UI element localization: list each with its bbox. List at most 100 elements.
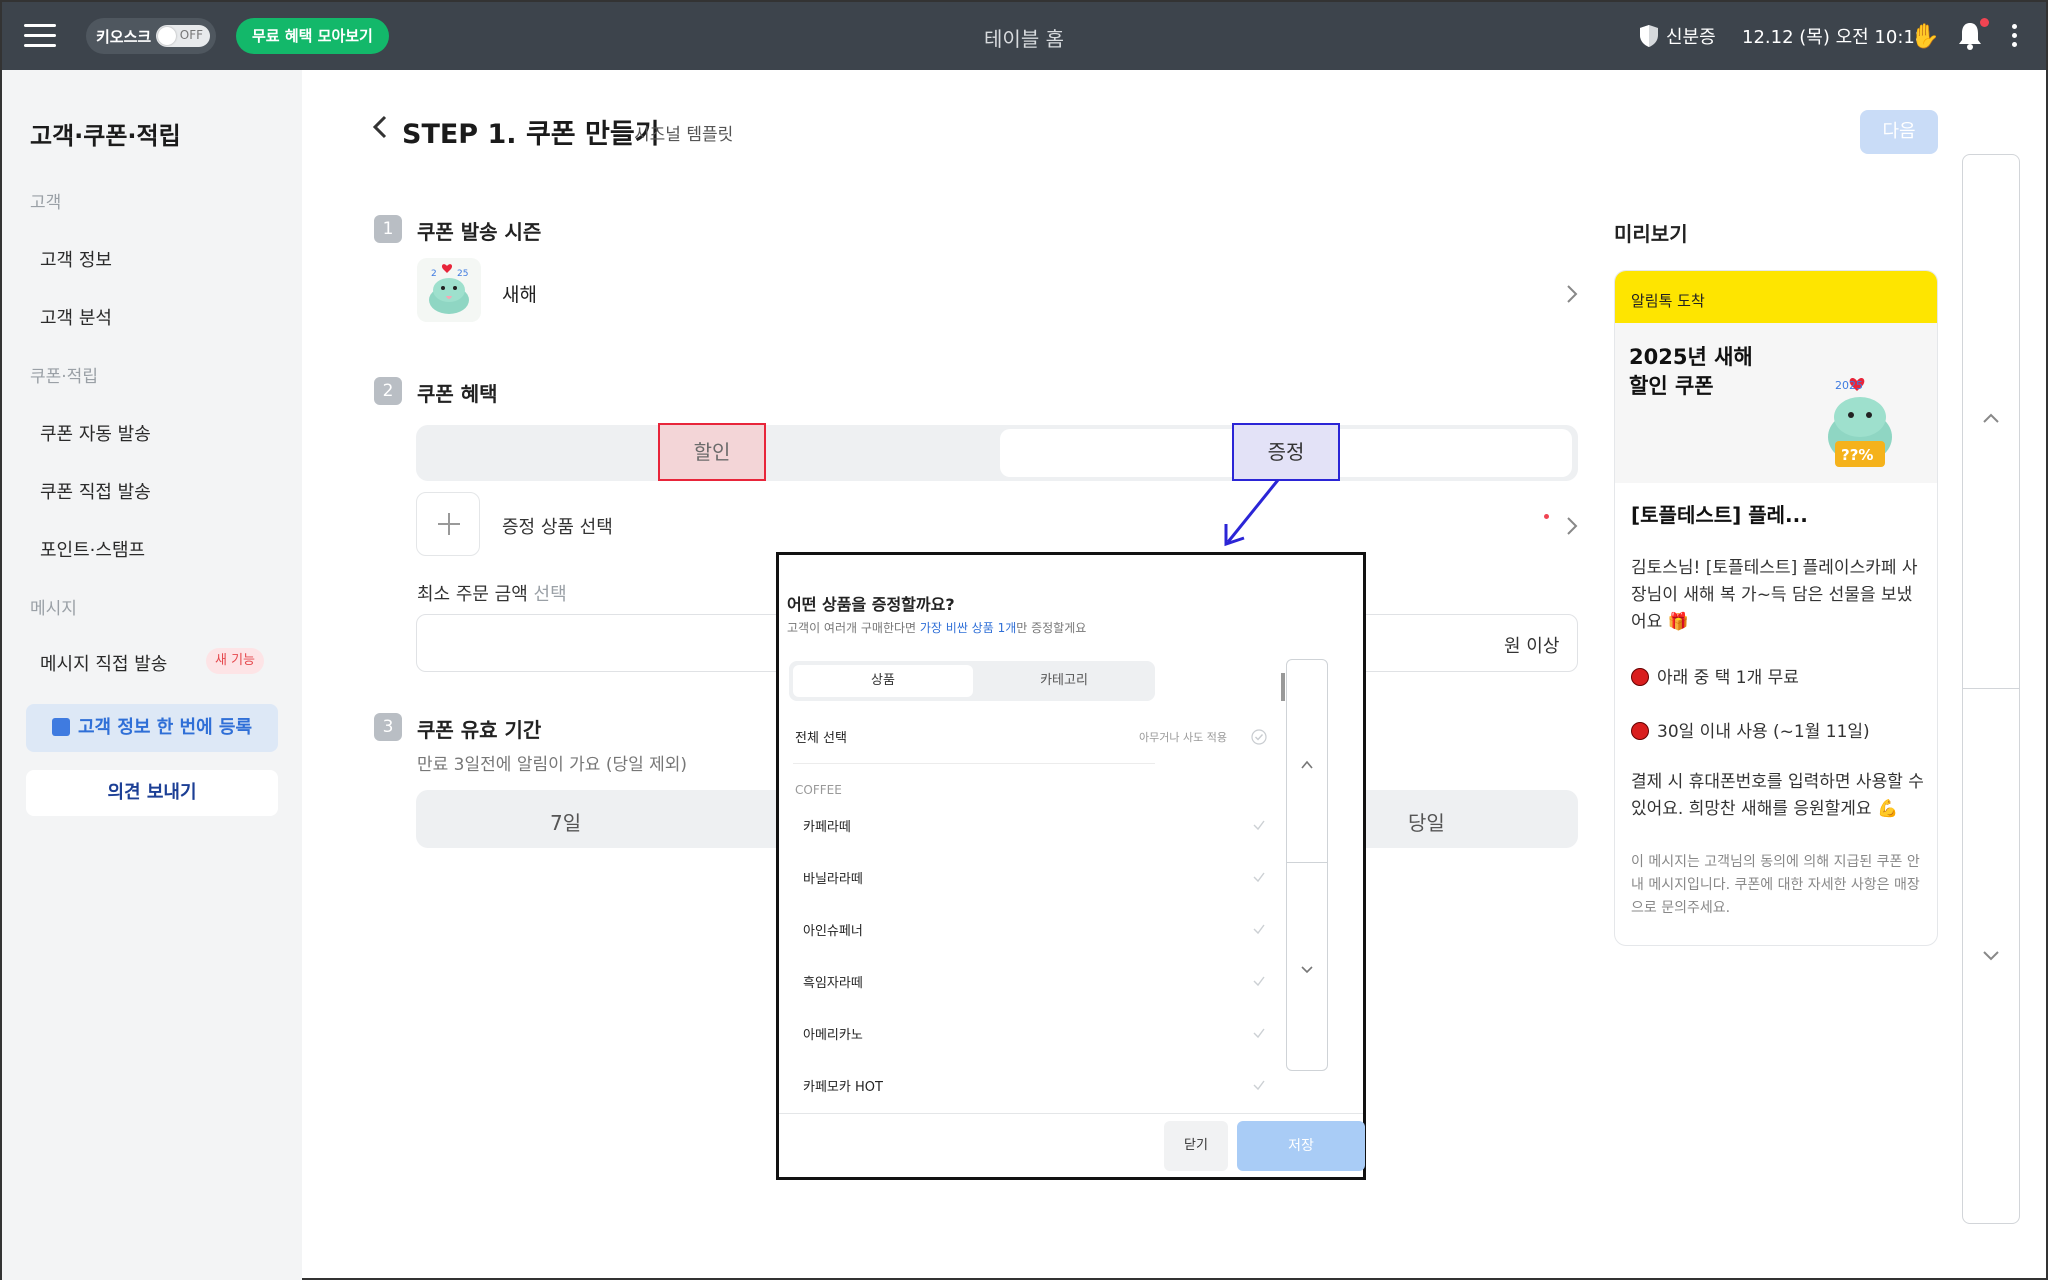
sidebar-section-coupon: 쿠폰·적립: [30, 367, 98, 387]
min-order-text: 최소 주문 금액: [417, 584, 528, 605]
save-button[interactable]: 저장: [1237, 1121, 1365, 1171]
chevron-up-icon[interactable]: [1982, 412, 2000, 424]
category-label: COFFEE: [795, 783, 842, 797]
preview-hero: 2025년 새해 할인 쿠폰 2025 ??%: [1615, 323, 1937, 483]
more-vertical-icon[interactable]: [2012, 24, 2018, 51]
chevron-down-icon[interactable]: [1982, 950, 2000, 962]
sidebar-title: 고객·쿠폰·적립: [30, 122, 181, 150]
check-icon[interactable]: [1251, 921, 1267, 937]
sidebar-item-points-stamps[interactable]: 포인트·스탬프: [40, 536, 145, 562]
sidebar-item-customer-analysis[interactable]: 고객 분석: [40, 304, 112, 330]
preview-header: 알림톡 도착: [1615, 271, 1937, 323]
section-number: 2: [374, 377, 402, 405]
datetime: 12.12 (목) 오전 10:18: [1742, 27, 1927, 48]
rail-divider: [1962, 688, 2020, 689]
bullet-item: 30일 이내 사용 (~1월 11일): [1631, 717, 1870, 742]
page-title: 테이블 홈: [984, 27, 1064, 51]
validity-option-7days[interactable]: 7일: [550, 807, 581, 836]
top-bar: 키오스크 OFF 무료 혜택 모아보기 테이블 홈 신분증 12.12 (목) …: [2, 2, 2046, 70]
product-item[interactable]: 카페모카 HOT: [803, 1076, 883, 1095]
card-paragraph: 결제 시 휴대폰번호를 입력하면 사용할 수 있어요. 희망찬 새해를 응원할게…: [1631, 772, 1924, 819]
check-icon[interactable]: [1251, 869, 1267, 885]
section-title-season: 쿠폰 발송 시즌: [417, 220, 542, 244]
card-title: [토플테스트] 플레...: [1631, 503, 1808, 527]
next-button[interactable]: 다음: [1860, 110, 1938, 154]
card-note: 이 메시지는 고객님의 동의에 의해 지급된 쿠폰 안내 메시지입니다. 쿠폰에…: [1631, 854, 1920, 916]
svg-text:25: 25: [457, 269, 468, 279]
snake-coupon-illustration: 2025 ??%: [1828, 378, 1892, 467]
check-icon[interactable]: [1251, 817, 1267, 833]
red-circle-icon: [1631, 722, 1649, 740]
chevron-up-icon[interactable]: [1300, 760, 1314, 769]
bullet-text: 아래 중 택 1개 무료: [1657, 668, 1799, 688]
sidebar: 고객·쿠폰·적립 고객 고객 정보 고객 분석 쿠폰·적립 쿠폰 자동 발송 쿠…: [2, 70, 302, 1280]
check-icon[interactable]: [1251, 973, 1267, 989]
close-button[interactable]: 닫기: [1164, 1121, 1228, 1171]
modal-title: 어떤 상품을 증정할까요?: [787, 595, 955, 614]
store-name[interactable]: 신분증: [1666, 23, 1716, 49]
sidebar-item-customer-info[interactable]: 고객 정보: [40, 246, 112, 272]
benefit-option-discount[interactable]: 할인: [658, 423, 766, 481]
product-item[interactable]: 카페라떼: [803, 816, 851, 835]
red-circle-icon: [1631, 668, 1649, 686]
step-title: STEP 1. 쿠폰 만들기: [402, 119, 660, 150]
sidebar-item-direct-message[interactable]: 메시지 직접 발송: [40, 650, 167, 676]
bullet-item: 아래 중 택 1개 무료: [1631, 663, 1799, 688]
list-scrollbar-thumb[interactable]: [1281, 673, 1285, 701]
scroll-divider: [1286, 862, 1328, 863]
step-subtitle: 시즈널 템플릿: [634, 125, 734, 145]
modal-subtitle-highlight: 가장 비싼 상품 1개: [919, 621, 1017, 635]
validity-option-same-day[interactable]: 당일: [1408, 807, 1445, 836]
min-order-unit: 원 이상: [1504, 636, 1560, 657]
season-value[interactable]: 새해: [502, 280, 537, 307]
modal-subtitle: 고객이 여러개 구매한다면 가장 비싼 상품 1개만 증정할게요: [787, 619, 1086, 636]
shield-icon: [1640, 25, 1658, 47]
validity-description: 만료 3일전에 알림이 가요 (당일 제외): [417, 755, 688, 775]
preview-card: 알림톡 도착 2025년 새해 할인 쿠폰 2025 ??% [토플테스트] 플…: [1614, 270, 1938, 946]
register-customers-label: 고객 정보 한 번에 등록: [77, 717, 253, 738]
hero-title-line2: 할인 쿠폰: [1629, 374, 1714, 398]
tab-products[interactable]: 상품: [793, 665, 973, 697]
back-chevron-icon[interactable]: [372, 114, 388, 140]
required-dot: [1544, 514, 1549, 519]
tab-categories[interactable]: 카테고리: [977, 665, 1151, 697]
new-feature-badge: 새 기능: [206, 648, 265, 674]
hero-badge-text: ??%: [1841, 446, 1873, 464]
select-all-label[interactable]: 전체 선택: [795, 727, 847, 746]
hero-year-text: 2025: [1835, 379, 1863, 392]
section-number: 1: [374, 215, 402, 243]
product-item[interactable]: 바닐라라떼: [803, 868, 863, 887]
chevron-right-icon[interactable]: [1566, 284, 1578, 304]
scroll-rail[interactable]: [1962, 154, 2020, 1224]
notification-dot: [1980, 18, 1989, 27]
chevron-right-icon[interactable]: [1566, 516, 1578, 536]
modal-tabs: 상품 카테고리: [789, 661, 1155, 701]
optional-tag: 선택: [533, 584, 567, 605]
card-body: 김토스님! [토플테스트] 플레이스카페 사장님이 새해 복 가~득 담은 선물…: [1631, 558, 1918, 632]
sidebar-item-auto-coupon[interactable]: 쿠폰 자동 발송: [40, 420, 151, 446]
hero-title-line1: 2025년 새해: [1629, 345, 1753, 369]
check-icon[interactable]: [1251, 1077, 1267, 1093]
product-item[interactable]: 흑임자라떼: [803, 972, 863, 991]
sidebar-section-customer: 고객: [30, 193, 62, 213]
sidebar-section-message: 메시지: [30, 599, 77, 619]
benefit-option-gift[interactable]: 증정: [1232, 423, 1340, 481]
register-customers-button[interactable]: 고객 정보 한 번에 등록: [26, 704, 278, 752]
plus-icon: [448, 513, 450, 535]
hero-title: 2025년 새해 할인 쿠폰: [1629, 343, 1753, 401]
wave-hand-icon[interactable]: ✋: [1910, 22, 1940, 50]
chevron-down-icon[interactable]: [1300, 965, 1314, 974]
check-icon[interactable]: [1251, 1025, 1267, 1041]
sidebar-item-direct-coupon[interactable]: 쿠폰 직접 발송: [40, 478, 151, 504]
min-order-label: 최소 주문 금액 선택: [417, 580, 567, 606]
svg-text:2: 2: [431, 269, 437, 279]
register-icon: [51, 718, 70, 736]
snake-mascot-icon: 2 25: [417, 258, 481, 322]
product-item[interactable]: 아메리카노: [803, 1024, 863, 1043]
section-title-validity: 쿠폰 유효 기간: [417, 718, 542, 742]
gift-product-select[interactable]: 증정 상품 선택: [502, 513, 613, 539]
send-feedback-button[interactable]: 의견 보내기: [26, 770, 278, 816]
product-item[interactable]: 아인슈페너: [803, 920, 863, 939]
circle-check-icon[interactable]: [1251, 729, 1267, 745]
section-number: 3: [374, 713, 402, 741]
